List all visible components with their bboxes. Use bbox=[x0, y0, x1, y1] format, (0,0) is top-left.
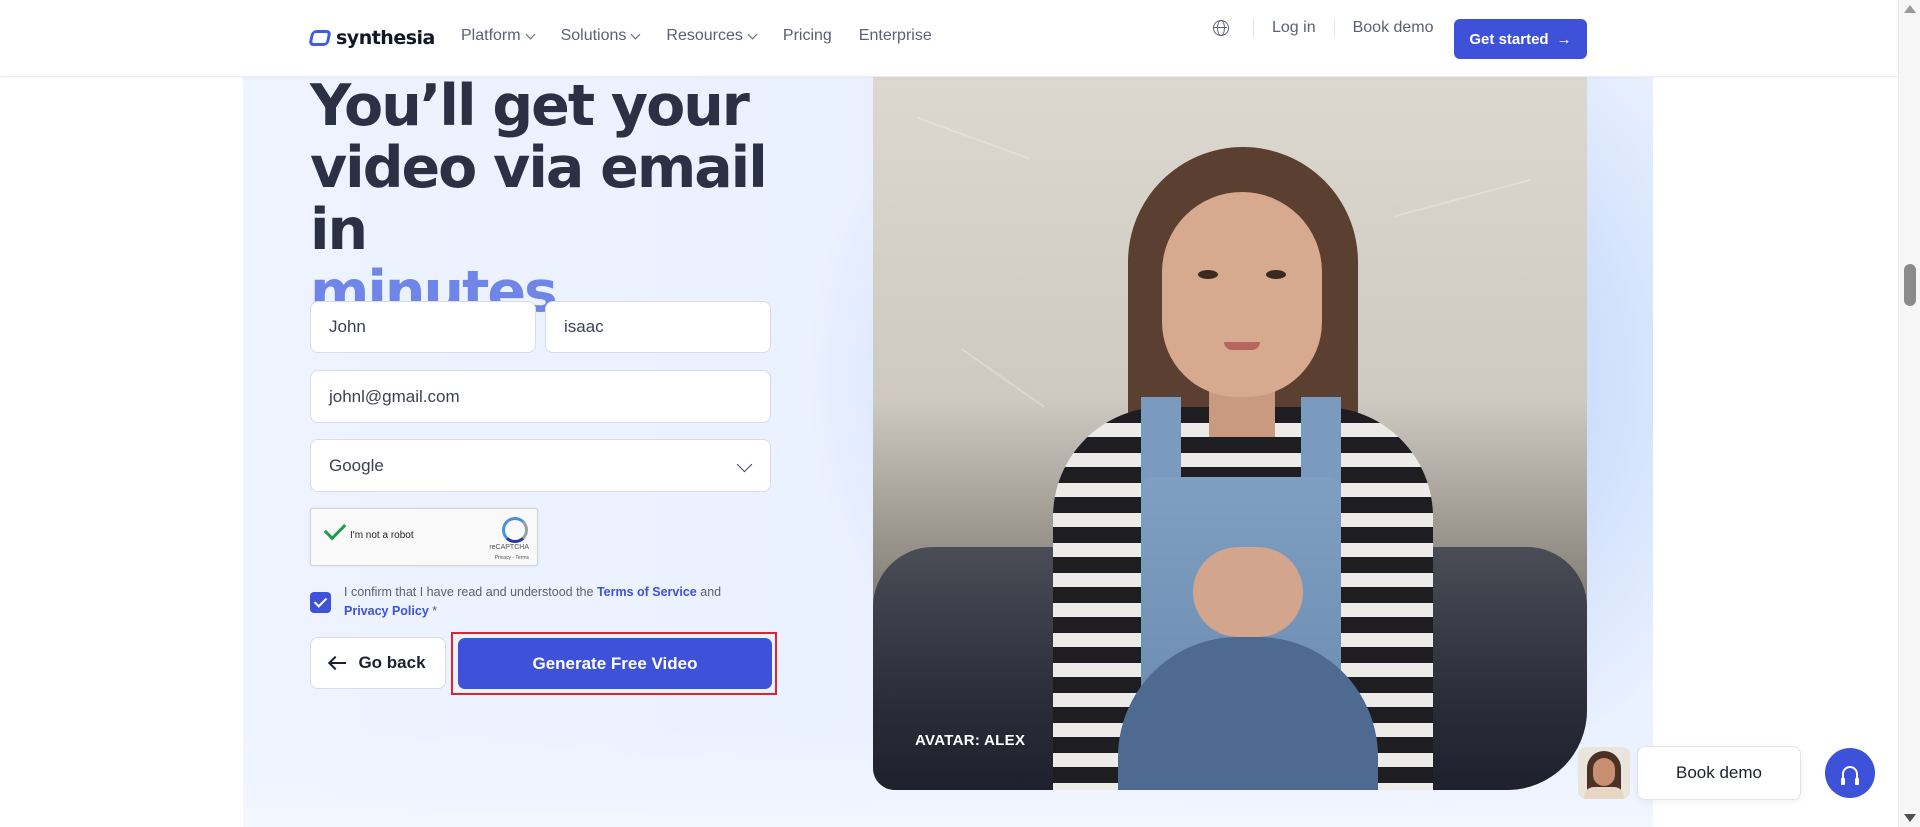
recaptcha-widget[interactable]: I'm not a robot reCAPTCHA Privacy - Term… bbox=[310, 508, 538, 566]
nav-label: Solutions bbox=[560, 27, 627, 44]
scroll-thumb[interactable] bbox=[1904, 264, 1916, 306]
go-back-button[interactable]: Go back bbox=[310, 637, 446, 689]
consent-text: I confirm that I have read and understoo… bbox=[344, 583, 764, 621]
mini-avatar-face bbox=[1593, 758, 1615, 786]
scroll-down-arrow-icon[interactable] bbox=[1904, 814, 1916, 822]
avatar-eye bbox=[1266, 270, 1286, 279]
required-mark: * bbox=[428, 604, 438, 618]
nav-platform[interactable]: Platform bbox=[461, 27, 536, 45]
get-started-button[interactable]: Get started → bbox=[1454, 19, 1587, 59]
hero-headline: You’ll get your video via email in minut… bbox=[310, 75, 830, 323]
checkmark-icon bbox=[323, 517, 347, 541]
nav-label: Resources bbox=[666, 27, 743, 44]
avatar-hands bbox=[1193, 547, 1303, 637]
go-back-label: Go back bbox=[358, 653, 426, 672]
nav-resources[interactable]: Resources bbox=[666, 27, 758, 45]
generate-free-video-button[interactable]: Generate Free Video bbox=[458, 638, 772, 689]
main-nav: Platform Solutions Resources Pricing Ent… bbox=[461, 27, 932, 45]
recaptcha-terms[interactable]: Privacy - Terms bbox=[495, 555, 529, 561]
last-name-field[interactable]: isaac bbox=[545, 301, 771, 353]
nav-label: Platform bbox=[461, 27, 521, 44]
avatar-eye bbox=[1198, 270, 1218, 279]
logo-mark-icon bbox=[308, 30, 332, 46]
avatar-video[interactable]: AVATAR: ALEX bbox=[873, 77, 1587, 790]
nav-label: Pricing bbox=[782, 27, 832, 44]
arrow-left-icon bbox=[330, 662, 347, 664]
last-name-value: isaac bbox=[564, 317, 604, 336]
first-name-field[interactable]: John bbox=[310, 301, 536, 353]
book-demo-link[interactable]: Book demo bbox=[1333, 19, 1452, 37]
chevron-down-icon bbox=[630, 29, 641, 39]
recaptcha-label: I'm not a robot bbox=[350, 530, 414, 541]
source-select[interactable]: Google bbox=[310, 439, 771, 492]
headset-icon bbox=[1841, 766, 1859, 785]
help-chat-button[interactable] bbox=[1825, 748, 1875, 798]
header-actions: Log in Book demo Get started → bbox=[1213, 19, 1898, 59]
chevron-down-icon bbox=[747, 29, 758, 39]
consent-checkbox[interactable] bbox=[310, 592, 331, 613]
generate-label: Generate Free Video bbox=[532, 653, 698, 673]
consent-text-before: I confirm that I have read and understoo… bbox=[344, 585, 597, 599]
logo-text: synthesia bbox=[336, 27, 435, 49]
avatar-face bbox=[1162, 192, 1322, 397]
recaptcha-logo-icon bbox=[502, 517, 528, 543]
nav-label: Enterprise bbox=[858, 27, 932, 44]
avatar-label: AVATAR: ALEX bbox=[915, 732, 1026, 749]
nav-pricing[interactable]: Pricing bbox=[783, 27, 832, 45]
source-select-value: Google bbox=[329, 455, 384, 475]
chevron-down-icon bbox=[525, 29, 536, 39]
floating-book-demo-label: Book demo bbox=[1676, 763, 1762, 782]
avatar-mouth bbox=[1224, 342, 1260, 350]
synthesia-logo[interactable]: synthesia bbox=[308, 27, 435, 49]
scroll-up-arrow-icon[interactable] bbox=[1904, 5, 1916, 13]
nav-solutions[interactable]: Solutions bbox=[560, 27, 641, 45]
globe-icon[interactable] bbox=[1213, 20, 1229, 36]
wall-texture bbox=[1395, 178, 1531, 218]
chat-avatar[interactable] bbox=[1578, 747, 1630, 799]
site-header: synthesia Platform Solutions Resources P… bbox=[0, 0, 1898, 77]
email-field[interactable]: johnl@gmail.com bbox=[310, 370, 771, 423]
email-value: johnl@gmail.com bbox=[329, 386, 460, 406]
consent-text-middle: and bbox=[696, 585, 722, 599]
arrow-right-icon: → bbox=[1556, 30, 1572, 48]
nav-enterprise[interactable]: Enterprise bbox=[859, 27, 932, 45]
chevron-down-icon bbox=[736, 456, 753, 473]
privacy-policy-link[interactable]: Privacy Policy bbox=[344, 604, 429, 618]
wall-texture bbox=[961, 348, 1045, 408]
headline-line-2: video via email in bbox=[310, 135, 768, 263]
login-link[interactable]: Log in bbox=[1253, 19, 1334, 37]
first-name-value: John bbox=[329, 317, 366, 336]
floating-book-demo-button[interactable]: Book demo bbox=[1637, 746, 1801, 800]
get-started-label: Get started bbox=[1469, 30, 1549, 48]
headline-line-1: You’ll get your bbox=[310, 73, 750, 139]
mini-avatar-body bbox=[1584, 787, 1624, 799]
recaptcha-brand: reCAPTCHA bbox=[489, 544, 529, 551]
terms-of-service-link[interactable]: Terms of Service bbox=[597, 585, 697, 599]
page-scrollbar[interactable] bbox=[1898, 0, 1920, 827]
wall-texture bbox=[916, 116, 1030, 160]
